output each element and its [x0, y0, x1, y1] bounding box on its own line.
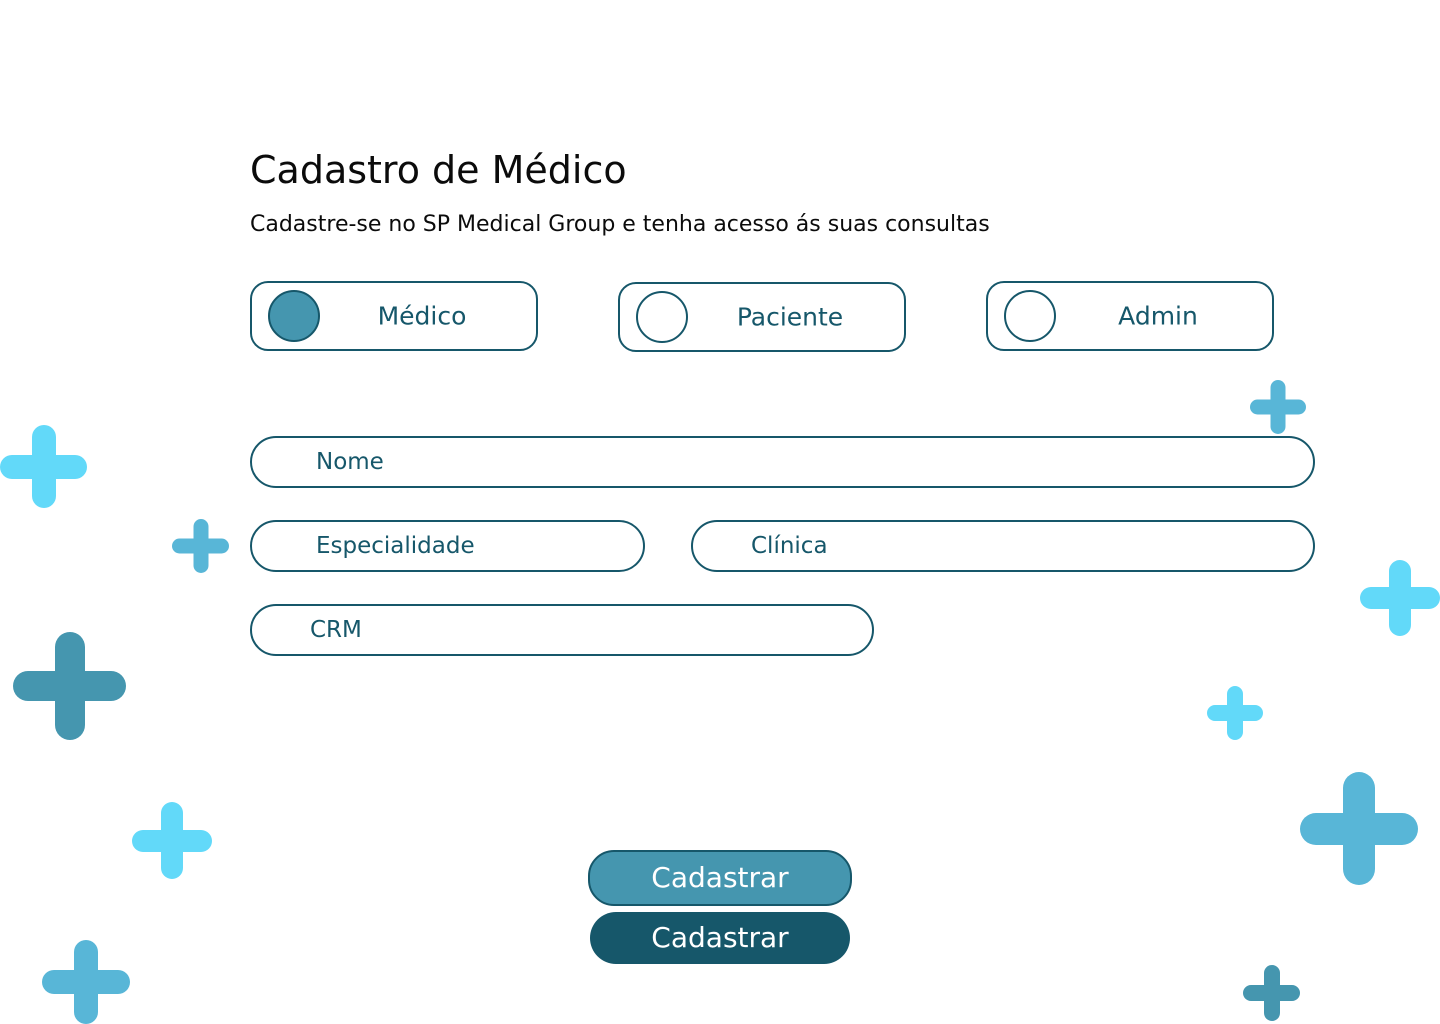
plus-icon: [132, 802, 212, 879]
page-subtitle: Cadastre-se no SP Medical Group e tenha …: [250, 212, 990, 237]
plus-icon: [172, 519, 229, 573]
role-label: Paciente: [736, 302, 844, 332]
cadastrar-button-alt[interactable]: Cadastrar: [590, 912, 850, 964]
plus-icon: [13, 632, 126, 740]
plus-icon: [1243, 965, 1300, 1021]
page-title: Cadastro de Médico: [250, 148, 627, 192]
clinica-input[interactable]: [693, 522, 1313, 570]
nome-field[interactable]: [250, 436, 1315, 488]
especialidade-field[interactable]: [250, 520, 645, 572]
crm-input[interactable]: [252, 606, 872, 654]
plus-icon: [1207, 686, 1263, 740]
role-label: Admin: [1118, 301, 1198, 331]
plus-icon: [0, 425, 87, 508]
role-option-admin[interactable]: Admin: [986, 281, 1274, 351]
clinica-field[interactable]: [691, 520, 1315, 572]
role-label: Médico: [377, 301, 467, 331]
plus-icon: [1360, 560, 1440, 636]
role-option-paciente[interactable]: Paciente: [618, 282, 906, 352]
especialidade-input[interactable]: [252, 522, 643, 570]
plus-icon: [1250, 380, 1306, 434]
cadastrar-button[interactable]: Cadastrar: [588, 850, 852, 906]
crm-field[interactable]: [250, 604, 874, 656]
plus-icon: [42, 940, 130, 1024]
plus-icon: [1300, 772, 1418, 885]
nome-input[interactable]: [252, 438, 1313, 486]
role-option-medico[interactable]: Médico: [250, 281, 538, 351]
